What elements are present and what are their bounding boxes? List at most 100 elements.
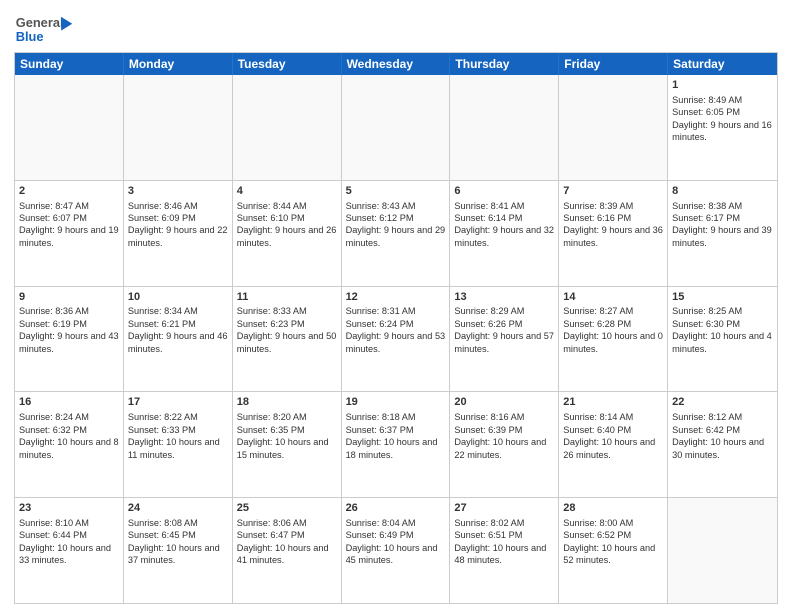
day-number: 2 [19,184,119,199]
day-info-line: Sunset: 6:26 PM [454,318,554,330]
day-info-line: Daylight: 10 hours and 48 minutes. [454,542,554,567]
day-info-line: Daylight: 10 hours and 15 minutes. [237,436,337,461]
svg-text:General: General [16,15,64,30]
calendar: SundayMondayTuesdayWednesdayThursdayFrid… [14,52,778,604]
week-row-5: 23Sunrise: 8:10 AMSunset: 6:44 PMDayligh… [15,498,777,603]
day-info-line: Sunset: 6:45 PM [128,529,228,541]
day-info-line: Daylight: 10 hours and 37 minutes. [128,542,228,567]
header-day-sunday: Sunday [15,53,124,75]
day-info-line: Daylight: 10 hours and 18 minutes. [346,436,446,461]
day-cell-1: 1Sunrise: 8:49 AMSunset: 6:05 PMDaylight… [668,75,777,180]
day-cell-4: 4Sunrise: 8:44 AMSunset: 6:10 PMDaylight… [233,181,342,286]
empty-cell [124,75,233,180]
day-info-line: Sunset: 6:05 PM [672,106,773,118]
day-info-line: Sunrise: 8:16 AM [454,411,554,423]
day-info-line: Sunrise: 8:27 AM [563,305,663,317]
day-info-line: Sunset: 6:42 PM [672,424,773,436]
day-info-line: Daylight: 10 hours and 4 minutes. [672,330,773,355]
day-info-line: Daylight: 9 hours and 19 minutes. [19,224,119,249]
day-info-line: Daylight: 10 hours and 52 minutes. [563,542,663,567]
day-info-line: Daylight: 10 hours and 30 minutes. [672,436,773,461]
day-info-line: Sunset: 6:49 PM [346,529,446,541]
day-info-line: Sunrise: 8:41 AM [454,200,554,212]
day-cell-16: 16Sunrise: 8:24 AMSunset: 6:32 PMDayligh… [15,392,124,497]
day-info-line: Sunrise: 8:25 AM [672,305,773,317]
day-info-line: Sunset: 6:39 PM [454,424,554,436]
day-cell-22: 22Sunrise: 8:12 AMSunset: 6:42 PMDayligh… [668,392,777,497]
day-number: 19 [346,395,446,410]
header-day-wednesday: Wednesday [342,53,451,75]
empty-cell [559,75,668,180]
empty-cell [15,75,124,180]
week-row-2: 2Sunrise: 8:47 AMSunset: 6:07 PMDaylight… [15,181,777,287]
day-info-line: Sunrise: 8:43 AM [346,200,446,212]
day-number: 6 [454,184,554,199]
day-cell-27: 27Sunrise: 8:02 AMSunset: 6:51 PMDayligh… [450,498,559,603]
day-number: 21 [563,395,663,410]
day-cell-9: 9Sunrise: 8:36 AMSunset: 6:19 PMDaylight… [15,287,124,392]
day-info-line: Daylight: 9 hours and 29 minutes. [346,224,446,249]
day-info-line: Sunrise: 8:29 AM [454,305,554,317]
day-number: 14 [563,290,663,305]
day-info-line: Daylight: 10 hours and 33 minutes. [19,542,119,567]
svg-text:Blue: Blue [16,29,44,44]
day-number: 15 [672,290,773,305]
day-cell-10: 10Sunrise: 8:34 AMSunset: 6:21 PMDayligh… [124,287,233,392]
day-number: 3 [128,184,228,199]
day-cell-7: 7Sunrise: 8:39 AMSunset: 6:16 PMDaylight… [559,181,668,286]
day-number: 27 [454,501,554,516]
day-info-line: Sunset: 6:28 PM [563,318,663,330]
day-info-line: Sunset: 6:44 PM [19,529,119,541]
day-info-line: Sunset: 6:14 PM [454,212,554,224]
day-info-line: Sunrise: 8:08 AM [128,517,228,529]
day-number: 25 [237,501,337,516]
day-info-line: Sunrise: 8:10 AM [19,517,119,529]
header-day-thursday: Thursday [450,53,559,75]
day-number: 13 [454,290,554,305]
day-info-line: Sunset: 6:24 PM [346,318,446,330]
empty-cell [668,498,777,603]
day-info-line: Sunset: 6:21 PM [128,318,228,330]
day-number: 20 [454,395,554,410]
day-info-line: Sunrise: 8:18 AM [346,411,446,423]
day-cell-5: 5Sunrise: 8:43 AMSunset: 6:12 PMDaylight… [342,181,451,286]
day-info-line: Sunrise: 8:33 AM [237,305,337,317]
empty-cell [342,75,451,180]
day-number: 28 [563,501,663,516]
day-cell-17: 17Sunrise: 8:22 AMSunset: 6:33 PMDayligh… [124,392,233,497]
day-cell-3: 3Sunrise: 8:46 AMSunset: 6:09 PMDaylight… [124,181,233,286]
day-number: 26 [346,501,446,516]
calendar-header: SundayMondayTuesdayWednesdayThursdayFrid… [15,53,777,75]
day-number: 8 [672,184,773,199]
day-number: 7 [563,184,663,199]
day-info-line: Sunrise: 8:02 AM [454,517,554,529]
day-info-line: Sunset: 6:32 PM [19,424,119,436]
day-info-line: Sunset: 6:07 PM [19,212,119,224]
day-info-line: Sunrise: 8:38 AM [672,200,773,212]
day-info-line: Sunrise: 8:20 AM [237,411,337,423]
day-info-line: Sunrise: 8:46 AM [128,200,228,212]
day-info-line: Sunrise: 8:44 AM [237,200,337,212]
header: General Blue [14,10,778,46]
day-cell-28: 28Sunrise: 8:00 AMSunset: 6:52 PMDayligh… [559,498,668,603]
day-info-line: Sunset: 6:51 PM [454,529,554,541]
day-cell-18: 18Sunrise: 8:20 AMSunset: 6:35 PMDayligh… [233,392,342,497]
day-number: 11 [237,290,337,305]
day-info-line: Sunrise: 8:47 AM [19,200,119,212]
day-number: 4 [237,184,337,199]
day-info-line: Sunset: 6:12 PM [346,212,446,224]
day-number: 9 [19,290,119,305]
day-cell-19: 19Sunrise: 8:18 AMSunset: 6:37 PMDayligh… [342,392,451,497]
day-cell-25: 25Sunrise: 8:06 AMSunset: 6:47 PMDayligh… [233,498,342,603]
day-info-line: Daylight: 10 hours and 45 minutes. [346,542,446,567]
week-row-3: 9Sunrise: 8:36 AMSunset: 6:19 PMDaylight… [15,287,777,393]
day-info-line: Sunrise: 8:06 AM [237,517,337,529]
header-day-friday: Friday [559,53,668,75]
day-info-line: Daylight: 10 hours and 41 minutes. [237,542,337,567]
day-info-line: Sunrise: 8:34 AM [128,305,228,317]
day-cell-26: 26Sunrise: 8:04 AMSunset: 6:49 PMDayligh… [342,498,451,603]
logo-svg: General Blue [14,10,74,46]
day-info-line: Sunrise: 8:22 AM [128,411,228,423]
day-info-line: Daylight: 9 hours and 46 minutes. [128,330,228,355]
day-number: 10 [128,290,228,305]
